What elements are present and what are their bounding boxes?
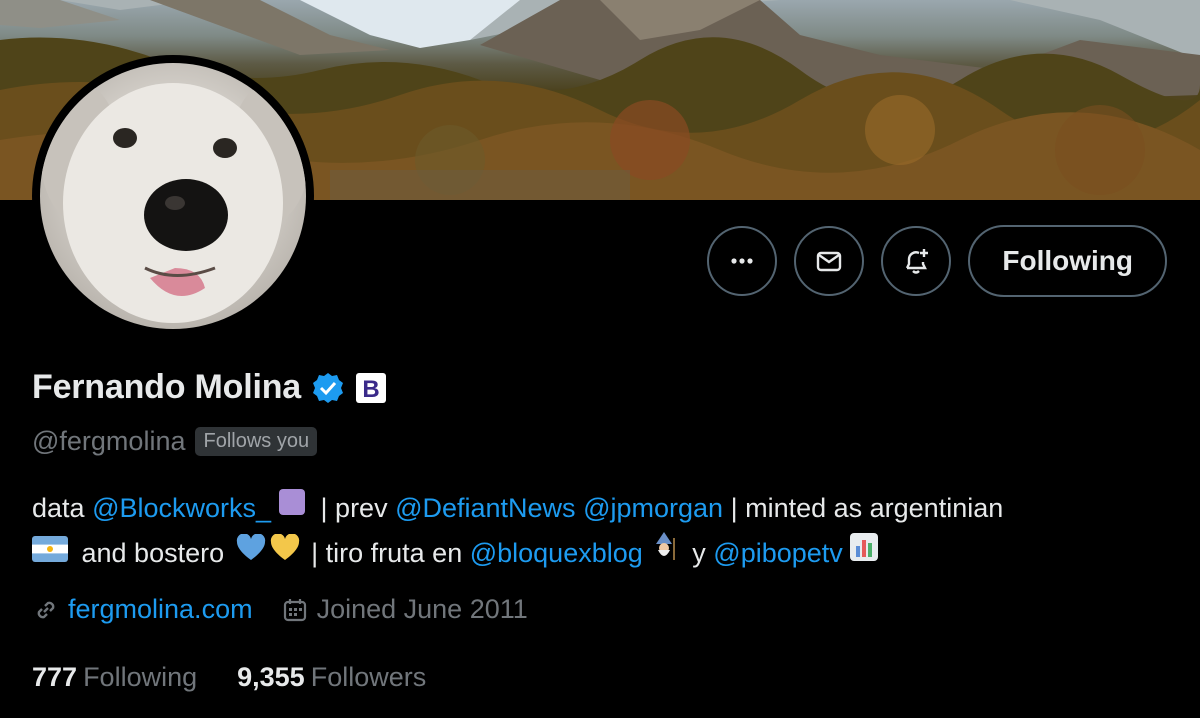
bio-text: [576, 486, 584, 530]
followers-label: Followers: [310, 662, 427, 692]
profile-avatar[interactable]: [32, 55, 314, 337]
more-button[interactable]: [707, 226, 778, 296]
avatar-image: [40, 63, 306, 329]
profile-bio: data @Blockworks_ | prev @DefiantNews @j…: [32, 486, 1172, 575]
bio-line-2: and bostero | tiro fruta en @bloquexblog…: [32, 530, 1172, 575]
svg-text:B: B: [362, 376, 379, 403]
bio-text: | minted as argentinian: [723, 493, 1004, 523]
purple-square-icon: [277, 486, 307, 530]
more-icon: [731, 258, 753, 264]
dog-face-image: [40, 83, 306, 323]
blue-heart-icon: [236, 531, 266, 575]
bar-chart-icon: [849, 531, 879, 575]
profile-stats: 777 Following 9,355 Followers: [32, 662, 466, 693]
website-link[interactable]: fergmolina.com: [68, 594, 253, 625]
profile-handle: @fergmolina: [32, 426, 186, 456]
display-name: Fernando Molina: [32, 368, 302, 406]
followers-stat[interactable]: 9,355 Followers: [237, 662, 426, 693]
bell-plus-icon: [906, 249, 929, 274]
bio-line-1: data @Blockworks_ | prev @DefiantNews @j…: [32, 486, 1172, 530]
argentina-flag-icon: [32, 531, 68, 575]
mage-icon: [649, 530, 679, 575]
calendar-icon: [283, 598, 306, 621]
mention-blockworks[interactable]: @Blockworks_: [92, 486, 271, 530]
mention-bloquexblog[interactable]: @bloquexblog: [470, 531, 643, 575]
yellow-heart-icon: [270, 531, 300, 575]
following-button[interactable]: Following: [968, 225, 1167, 297]
bio-text: | prev: [313, 493, 396, 523]
following-stat[interactable]: 777 Following: [32, 662, 197, 693]
profile-actions: Following: [707, 225, 1167, 297]
profile-name-row: Fernando Molina B: [32, 368, 387, 407]
mail-icon: [817, 251, 842, 272]
bio-text: and bostero: [74, 537, 232, 568]
handle-row: @fergmolina Follows you: [32, 426, 318, 457]
joined-date: Joined June 2011: [316, 594, 528, 624]
bio-text: y: [684, 537, 714, 568]
verified-badge-icon[interactable]: [311, 371, 345, 405]
mention-jpmorgan[interactable]: @jpmorgan: [583, 486, 723, 530]
website-item: fergmolina.com: [32, 594, 253, 625]
bio-text: data: [32, 493, 93, 523]
joined-item: Joined June 2011: [281, 594, 528, 625]
profile-meta: fergmolina.com Joined June 2011: [32, 594, 556, 625]
following-count: 777: [32, 662, 78, 692]
link-icon: [37, 601, 55, 618]
bio-text: | tiro fruta en: [303, 537, 470, 568]
message-button[interactable]: [794, 226, 865, 296]
mention-defiantnews[interactable]: @DefiantNews: [395, 486, 575, 530]
notifications-button[interactable]: [881, 226, 952, 296]
affiliate-badge-icon[interactable]: B: [355, 372, 387, 404]
follows-you-badge: Follows you: [195, 427, 318, 456]
followers-count: 9,355: [237, 662, 305, 692]
mention-pibopetv[interactable]: @pibopetv: [713, 531, 843, 575]
following-label: Following: [83, 662, 198, 692]
